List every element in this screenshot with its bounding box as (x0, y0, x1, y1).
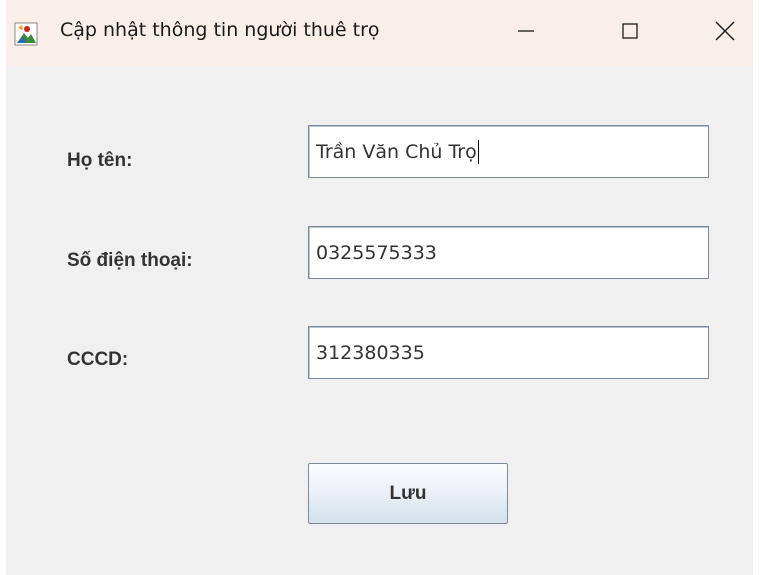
text-caret (477, 139, 479, 164)
maximize-icon (620, 21, 640, 46)
name-input[interactable]: Trần Văn Chủ Trọ (308, 125, 709, 178)
phone-input[interactable]: 0325575333 (308, 226, 709, 279)
id-card-input[interactable]: 312380335 (308, 326, 709, 379)
minimize-icon (516, 21, 536, 46)
dialog-window: Cập nhật thông tin người thuê trọ Họ tên… (6, 0, 753, 575)
title-bar[interactable]: Cập nhật thông tin người thuê trọ (6, 0, 753, 66)
minimize-button[interactable] (481, 0, 571, 66)
close-button[interactable] (680, 0, 753, 66)
id-card-label: CCCD: (67, 349, 129, 370)
id-card-input-value: 312380335 (316, 341, 425, 364)
maximize-button[interactable] (585, 0, 675, 66)
java-app-icon (14, 22, 38, 46)
close-icon (714, 20, 736, 47)
name-label: Họ tên: (67, 150, 133, 171)
window-title: Cập nhật thông tin người thuê trọ (60, 19, 380, 41)
save-button[interactable]: Lưu (308, 463, 508, 524)
name-input-value: Trần Văn Chủ Trọ (316, 140, 477, 163)
phone-label: Số điện thoại: (67, 250, 193, 271)
phone-input-value: 0325575333 (316, 241, 437, 264)
